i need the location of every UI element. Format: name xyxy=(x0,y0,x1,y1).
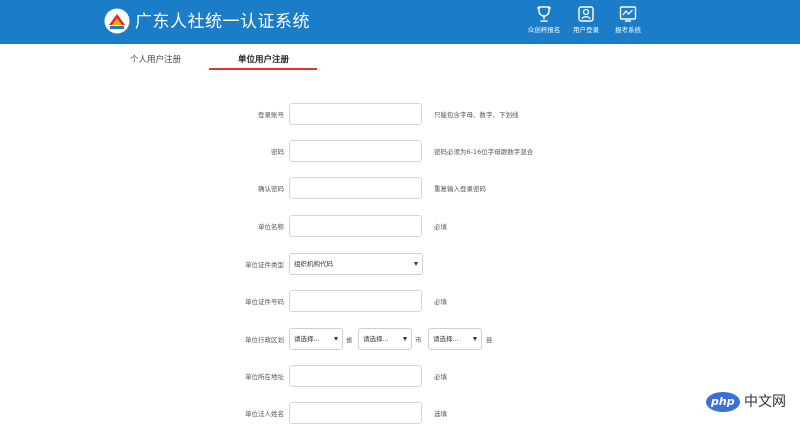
legal-person-label: 单位法人姓名 xyxy=(245,410,284,418)
active-tab-underline xyxy=(209,68,317,70)
province-select[interactable]: 请选择... xyxy=(289,328,343,350)
chevron-down-icon xyxy=(334,337,338,341)
form-row-unit-name: 单位名称 必填 xyxy=(0,215,800,239)
unit-name-label: 单位名称 xyxy=(258,223,284,231)
unit-name-hint: 必填 xyxy=(434,223,447,231)
city-selected: 请选择... xyxy=(363,335,389,343)
user-card-icon xyxy=(578,6,594,22)
cup-icon xyxy=(537,6,551,22)
php-cn-watermark: php 中文网 xyxy=(706,390,796,414)
legal-person-hint: 选填 xyxy=(434,410,447,418)
form-row-address: 单位所在地址 必填 xyxy=(0,365,800,389)
chevron-down-icon xyxy=(403,337,407,341)
confirm-password-input[interactable] xyxy=(289,177,422,199)
account-hint: 只能包含字母、数字、下划线 xyxy=(434,111,519,119)
register-tabs: 个人用户注册 单位用户注册 xyxy=(0,44,800,74)
address-hint: 必填 xyxy=(434,373,447,381)
address-label: 单位所在地址 xyxy=(245,373,284,381)
form-row-password: 密码 密码必须为6-16位字母跟数字混合 xyxy=(0,140,800,164)
confirm-password-hint: 重复输入登录密码 xyxy=(434,185,486,193)
cert-number-input[interactable] xyxy=(289,290,422,312)
cert-type-selected: 组织机构代码 xyxy=(294,260,333,268)
confirm-password-label: 确认密码 xyxy=(258,185,284,193)
cert-type-label: 单位证件类型 xyxy=(245,261,284,269)
county-select[interactable]: 请选择... xyxy=(428,328,482,350)
account-label: 登录账号 xyxy=(258,111,284,119)
exam-screen-icon xyxy=(619,6,637,22)
form-row-cert-number: 单位证件号码 必填 xyxy=(0,290,800,314)
password-input[interactable] xyxy=(289,140,422,162)
city-unit: 市 xyxy=(415,336,422,344)
watermark-php-text: php xyxy=(711,395,735,408)
nav-label-exam-system: 报考系统 xyxy=(615,26,641,34)
form-row-legal-person: 单位法人姓名 选填 xyxy=(0,402,800,426)
form-row-account: 登录账号 只能包含字母、数字、下划线 xyxy=(0,103,800,127)
brand-title: 广东人社统一认证系统 xyxy=(135,12,310,32)
password-hint: 密码必须为6-16位字母跟数字混合 xyxy=(434,148,534,156)
nav-exam-system[interactable]: 报考系统 xyxy=(598,4,658,42)
password-label: 密码 xyxy=(271,148,284,156)
cert-number-hint: 必填 xyxy=(434,298,447,306)
tab-personal-register[interactable]: 个人用户注册 xyxy=(130,54,181,66)
form-row-cert-type: 单位证件类型 组织机构代码 xyxy=(0,253,800,277)
form-row-region: 单位行政区划 请选择... 省 请选择... 市 请选择... 县 xyxy=(0,328,800,352)
top-header: 广东人社统一认证系统 众创杯报名 用户登录 报考系统 xyxy=(0,0,800,44)
city-select[interactable]: 请选择... xyxy=(358,328,412,350)
tab-unit-register[interactable]: 单位用户注册 xyxy=(238,54,289,66)
form-row-confirm-password: 确认密码 重复输入登录密码 xyxy=(0,177,800,201)
chevron-down-icon xyxy=(414,262,418,266)
region-label: 单位行政区划 xyxy=(245,336,284,344)
chevron-down-icon xyxy=(473,337,477,341)
cert-number-label: 单位证件号码 xyxy=(245,298,284,306)
unit-name-input[interactable] xyxy=(289,215,422,237)
province-selected: 请选择... xyxy=(294,335,320,343)
logo-icon xyxy=(104,8,130,34)
account-input[interactable] xyxy=(289,103,422,125)
county-selected: 请选择... xyxy=(433,335,459,343)
watermark-site-text: 中文网 xyxy=(744,394,786,410)
address-input[interactable] xyxy=(289,365,422,387)
cert-type-select[interactable]: 组织机构代码 xyxy=(289,253,423,275)
province-unit: 省 xyxy=(346,336,353,344)
county-unit: 县 xyxy=(486,336,493,344)
